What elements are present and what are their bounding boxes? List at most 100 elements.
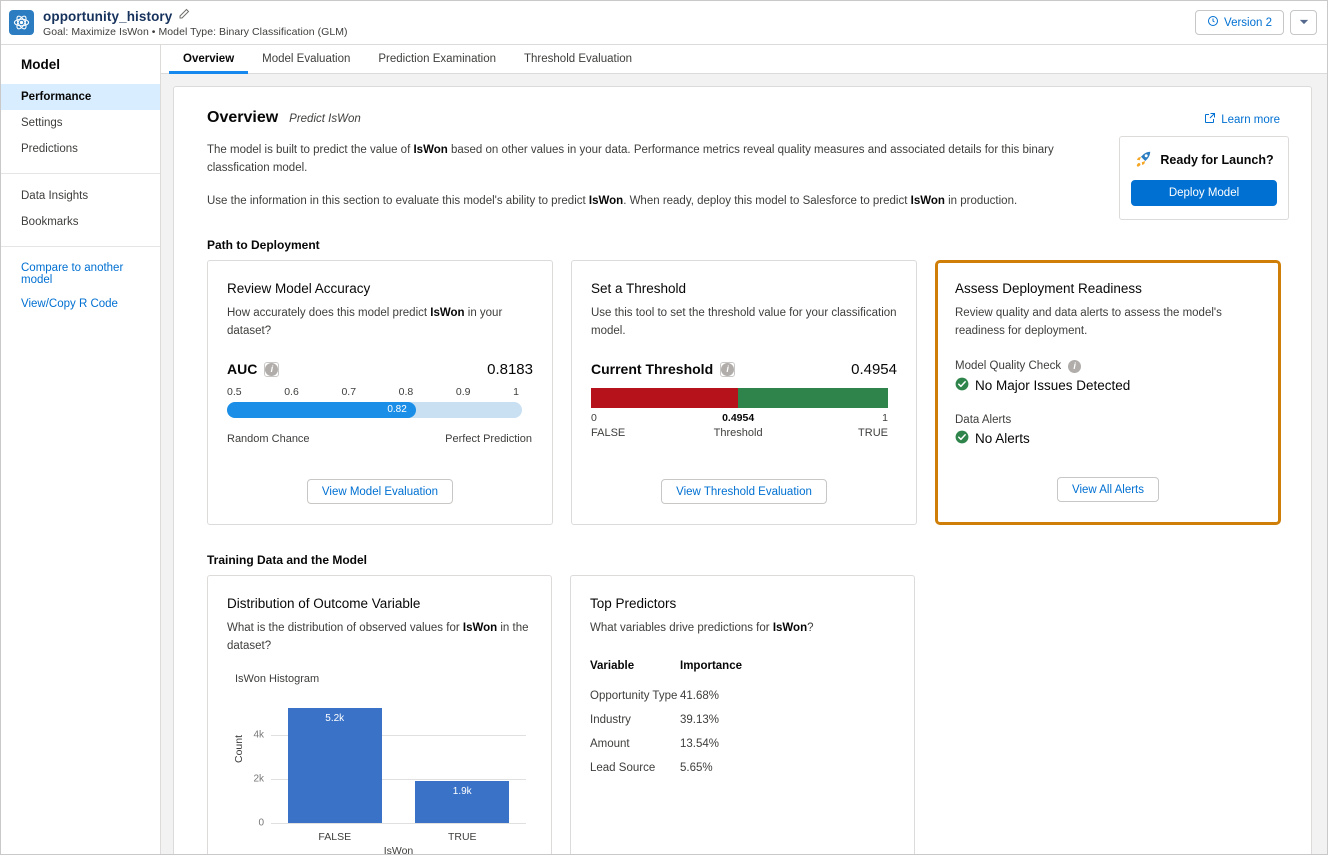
cell-variable: Industry	[590, 713, 631, 726]
auc-label: AUC	[227, 361, 258, 378]
histogram-bar[interactable]: 5.2k	[287, 708, 382, 823]
info-icon[interactable]: i	[1068, 359, 1082, 373]
data-alerts-label: Data Alerts	[955, 413, 1012, 426]
sidebar-item-predictions[interactable]: Predictions	[1, 136, 160, 162]
main-area: Overview Model Evaluation Prediction Exa…	[161, 45, 1327, 854]
sidebar-link-compare-model[interactable]: Compare to another model	[1, 256, 160, 292]
paragraph-2-bold-2: IsWon	[910, 194, 945, 207]
auc-tick: 0.9	[455, 385, 471, 398]
deploy-model-button[interactable]: Deploy Model	[1131, 180, 1277, 206]
threshold-bar[interactable]	[591, 387, 888, 408]
threshold-metric-row: Current Threshold i 0.4954	[591, 361, 897, 378]
info-icon[interactable]: i	[720, 361, 736, 377]
view-threshold-evaluation-button[interactable]: View Threshold Evaluation	[661, 479, 827, 505]
column-header-importance: Importance	[680, 659, 742, 672]
auc-left-caption: Random Chance	[227, 432, 310, 445]
sidebar: Model Performance Settings Predictions D…	[1, 45, 161, 854]
histogram-gridline: 0	[258, 817, 526, 828]
assess-deployment-readiness-card: Assess Deployment Readiness Review quali…	[935, 260, 1281, 526]
histogram-y-tick: 0	[258, 817, 264, 829]
threshold-label-group: Current Threshold i	[591, 361, 736, 377]
set-a-threshold-card: Set a Threshold Use this tool to set the…	[571, 260, 917, 526]
threshold-right-labels: 1 TRUE	[858, 412, 888, 439]
auc-metric-row: AUC i 0.8183	[227, 361, 533, 378]
threshold-card-footer: View Threshold Evaluation	[572, 479, 916, 505]
paragraph-2-bold-1: IsWon	[588, 194, 624, 207]
page-title: opportunity_history	[43, 8, 173, 24]
application-window: opportunity_history Goal: Maximize IsWon…	[0, 0, 1328, 855]
threshold-right-caption: TRUE	[858, 426, 888, 439]
info-icon[interactable]: i	[264, 361, 280, 377]
histogram-y-tick: 4k	[253, 729, 264, 741]
table-row: Industry 39.13%	[590, 708, 895, 732]
histogram-y-axis-label: Count	[233, 734, 245, 763]
training-cards: Distribution of Outcome Variable What is…	[207, 575, 1281, 854]
sidebar-link-view-copy-r-code[interactable]: View/Copy R Code	[1, 292, 160, 316]
histogram-bar[interactable]: 1.9k	[415, 781, 510, 823]
threshold-false-segment	[591, 387, 739, 408]
threshold-right-number: 1	[882, 411, 888, 424]
readiness-card-footer: View All Alerts	[938, 477, 1278, 503]
threshold-scale: 0 FALSE 0.4954 Threshold 1 TRUE	[591, 412, 888, 446]
cell-importance: 5.65%	[680, 761, 713, 774]
paragraph-2-pre: Use the information in this section to e…	[207, 194, 589, 207]
auc-tick: 0.7	[341, 385, 357, 398]
sidebar-item-bookmarks[interactable]: Bookmarks	[1, 209, 160, 235]
table-row: Amount 13.54%	[590, 732, 895, 756]
overview-subtitle: Predict IsWon	[289, 113, 361, 125]
info-glyph: i	[265, 362, 279, 376]
sidebar-heading: Model	[21, 57, 60, 72]
threshold-left-caption: FALSE	[591, 426, 626, 439]
auc-value: 0.8183	[487, 360, 533, 378]
paragraph-1-pre: The model is built to predict the value …	[207, 144, 414, 156]
threshold-left-number: 0	[591, 411, 597, 424]
tab-prediction-examination[interactable]: Prediction Examination	[364, 46, 510, 74]
tab-overview[interactable]: Overview	[169, 46, 249, 74]
sidebar-item-settings[interactable]: Settings	[1, 110, 160, 136]
model-quality-status-text: No Major Issues Detected	[975, 377, 1131, 393]
tab-threshold-evaluation[interactable]: Threshold Evaluation	[510, 46, 646, 74]
table-header-row: Variable Importance	[590, 660, 895, 684]
auc-gauge-track[interactable]: 0.82	[227, 401, 522, 418]
model-subtitle: Goal: Maximize IsWon • Model Type: Binar…	[43, 26, 348, 38]
sidebar-item-data-insights[interactable]: Data Insights	[1, 183, 160, 209]
top-predictors-card: Top Predictors What variables drive pred…	[570, 575, 915, 854]
model-quality-check-label-row: Model Quality Check i	[955, 359, 1261, 373]
sidebar-divider-1	[1, 173, 160, 174]
histogram-x-tick: FALSE	[318, 830, 352, 843]
scroll-container[interactable]: Overview Predict IsWon Learn more The mo…	[161, 74, 1327, 854]
histogram-title: IsWon Histogram	[235, 672, 320, 685]
table-row: Opportunity Type 41.68%	[590, 684, 895, 708]
predictors-desc-bold: IsWon	[772, 622, 808, 635]
auc-tick: 0.6	[284, 385, 299, 398]
threshold-card-title: Set a Threshold	[591, 281, 687, 297]
accuracy-card-footer: View Model Evaluation	[208, 479, 552, 505]
pencil-icon[interactable]	[178, 7, 190, 25]
review-model-accuracy-card: Review Model Accuracy How accurately doe…	[207, 260, 553, 526]
external-link-icon	[1204, 112, 1216, 127]
sidebar-item-performance[interactable]: Performance	[1, 84, 160, 110]
current-threshold-value: 0.4954	[851, 360, 897, 378]
sidebar-divider-2	[1, 246, 160, 247]
cell-importance: 39.13%	[680, 713, 720, 726]
histogram-y-tick: 2k	[253, 773, 264, 785]
tab-bar: Overview Model Evaluation Prediction Exa…	[161, 45, 1327, 74]
overview-paragraph-1: The model is built to predict the value …	[207, 142, 1069, 178]
accuracy-card-title: Review Model Accuracy	[227, 281, 371, 297]
threshold-mid-labels: 0.4954 Threshold	[693, 412, 783, 439]
column-header-variable: Variable	[590, 659, 635, 672]
version-dropdown-button[interactable]	[1290, 10, 1317, 35]
cell-importance: 13.54%	[680, 737, 720, 750]
view-all-alerts-button[interactable]: View All Alerts	[1056, 477, 1159, 503]
overview-panel: Overview Predict IsWon Learn more The mo…	[173, 86, 1312, 854]
histogram-bar-value-label: 1.9k	[452, 786, 472, 798]
tab-model-evaluation[interactable]: Model Evaluation	[248, 46, 364, 74]
learn-more-link[interactable]: Learn more	[1204, 112, 1280, 127]
auc-gauge-fill: 0.82	[227, 401, 416, 418]
accuracy-desc-bold: IsWon	[430, 307, 465, 320]
predictors-desc-pre: What variables drive predictions for	[590, 622, 773, 635]
data-alerts-status-text: No Alerts	[975, 430, 1030, 446]
version-button[interactable]: Version 2	[1195, 10, 1284, 35]
view-model-evaluation-button[interactable]: View Model Evaluation	[306, 479, 454, 505]
readiness-card-description: Review quality and data alerts to assess…	[955, 307, 1222, 337]
